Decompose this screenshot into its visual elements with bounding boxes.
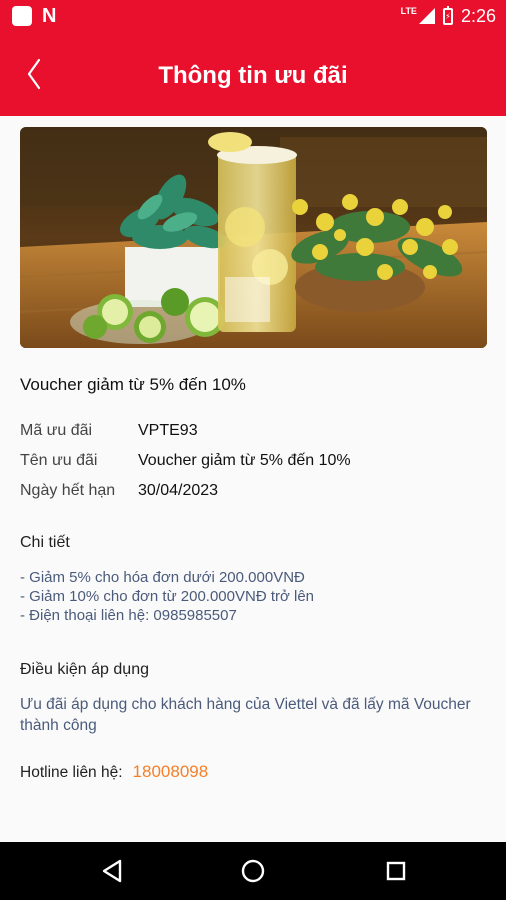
status-time: 2:26 [460,6,496,26]
status-right: LTE ⚡ 2:26 [400,5,496,26]
nav-back-button[interactable] [82,842,142,900]
square-recents-icon [386,861,406,881]
status-left: N [12,6,56,26]
nav-recents-button[interactable] [366,842,426,900]
detail-line: - Giảm 5% cho hóa đơn dưới 200.000VNĐ [20,569,305,586]
triangle-back-icon [102,859,122,883]
detail-line: - Giảm 10% cho đơn từ 200.000VNĐ trở lên [20,588,315,605]
circle-home-icon [241,859,265,883]
hotline-number[interactable]: 18008098 [133,762,209,782]
expiry-value: 30/04/2023 [138,482,219,499]
network-type: LTE [400,5,417,16]
name-label: Tên ưu đãi [20,452,98,469]
page-title: Thông tin ưu đãi [158,62,348,89]
hotline-label: Hotline liên hệ: [20,764,123,781]
app-notification-icon: N [42,5,57,27]
app-bar: Thông tin ưu đãi [0,32,506,116]
code-label: Mã ưu đãi [20,422,93,439]
detail-line: - Điện thoại liên hệ: 0985985507 [20,607,237,624]
hotline: Hotline liên hệ: 18008098 [20,762,208,782]
expiry-label: Ngày hết hạn [20,482,116,499]
notification-icon [12,6,32,26]
conditions-text: Ưu đãi áp dụng cho khách hàng của Viette… [20,696,471,734]
voucher-image [20,127,487,348]
status-bar: N LTE ⚡ 2:26 [0,0,506,32]
name-value: Voucher giảm từ 5% đến 10% [138,452,351,469]
details-heading: Chi tiết [20,534,70,551]
battery-icon: ⚡ [442,5,453,25]
signal-icon [418,8,435,24]
code-value: VPTE93 [138,422,198,439]
conditions-heading: Điều kiện áp dụng [20,661,149,678]
system-nav-bar [0,842,506,900]
voucher-title: Voucher giảm từ 5% đến 10% [20,375,246,394]
nav-home-button[interactable] [223,842,283,900]
details-list: - Giảm 5% cho hóa đơn dưới 200.000VNĐ - … [20,568,490,625]
